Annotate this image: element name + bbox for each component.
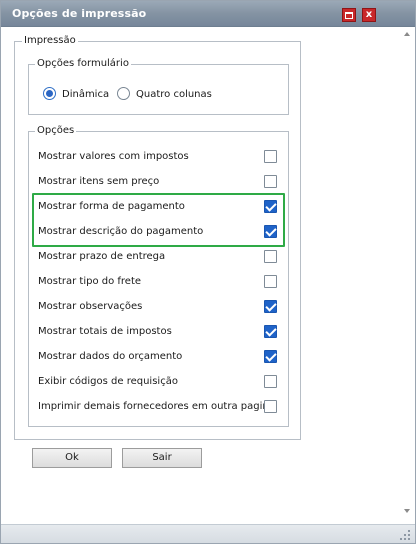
checkbox-observacoes[interactable] [264,300,277,313]
option-label-tipo-frete: Mostrar tipo do frete [38,276,142,287]
status-bar [1,524,415,543]
print-options-window: Opções de impressão x Impressão Opções f… [0,0,416,544]
options-legend: Opções [35,125,77,137]
sair-button[interactable]: Sair [122,448,202,468]
impressao-legend: Impressão [22,35,78,47]
checkbox-forma-pagamento[interactable] [264,200,277,213]
checkbox-totais-impostos[interactable] [264,325,277,338]
scroll-down-icon[interactable] [404,509,410,513]
checkbox-codigos-requisicao[interactable] [264,375,277,388]
checkbox-descricao-pagamento[interactable] [264,225,277,238]
checkbox-tipo-frete[interactable] [264,275,277,288]
vertical-scrollbar[interactable] [398,28,414,528]
option-label-itens-sem-preco: Mostrar itens sem preço [38,176,160,187]
checkbox-demais-fornecedores[interactable] [264,400,277,413]
checkbox-valores-impostos[interactable] [264,150,277,163]
close-button[interactable]: x [362,8,376,22]
form-options-legend: Opções formulário [35,58,131,70]
option-label-dados-orcamento: Mostrar dados do orçamento [38,351,183,362]
option-label-totais-impostos: Mostrar totais de impostos [38,326,172,337]
resize-grip-icon[interactable] [400,530,410,540]
option-label-demais-fornecedores: Imprimir demais fornecedores em outra pa… [38,401,275,412]
window-title: Opções de impressão [12,7,147,20]
radio-dinamica[interactable] [43,87,56,100]
checkbox-prazo-entrega[interactable] [264,250,277,263]
radio-dinamica-label: Dinâmica [62,89,110,100]
checkbox-itens-sem-preco[interactable] [264,175,277,188]
option-label-codigos-requisicao: Exibir códigos de requisição [38,376,178,387]
option-label-forma-pagamento: Mostrar forma de pagamento [38,201,185,212]
radio-quatro-colunas[interactable] [117,87,130,100]
option-label-descricao-pagamento: Mostrar descrição do pagamento [38,226,204,237]
maximize-icon [345,11,353,19]
scroll-up-icon[interactable] [404,32,410,36]
option-label-prazo-entrega: Mostrar prazo de entrega [38,251,166,262]
option-label-observacoes: Mostrar observações [38,301,143,312]
option-label-valores-impostos: Mostrar valores com impostos [38,151,189,162]
maximize-button[interactable] [342,8,356,22]
title-bar[interactable]: Opções de impressão x [1,1,415,27]
radio-quatro-colunas-label: Quatro colunas [136,89,212,100]
ok-button[interactable]: Ok [32,448,112,468]
close-icon: x [365,9,373,20]
checkbox-dados-orcamento[interactable] [264,350,277,363]
